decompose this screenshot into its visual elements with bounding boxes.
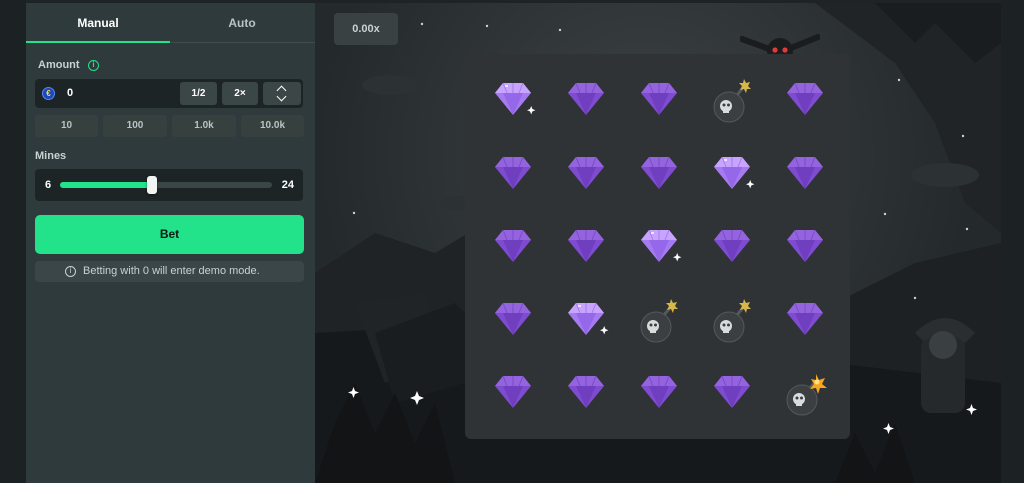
- preset-amount-button[interactable]: 10: [35, 115, 98, 137]
- gem-tile[interactable]: [775, 218, 835, 278]
- amount-stepper-button[interactable]: [263, 82, 301, 105]
- gem-icon: [641, 82, 677, 115]
- gem-tile[interactable]: [483, 364, 543, 424]
- double-amount-button[interactable]: 2×: [222, 82, 258, 105]
- active-tab-indicator: [26, 41, 170, 43]
- mines-slider-track[interactable]: [60, 176, 272, 194]
- multiplier-display: 0.00x: [334, 13, 398, 45]
- gem-tile[interactable]: [556, 71, 616, 131]
- bet-button[interactable]: Bet: [35, 215, 304, 254]
- amount-input[interactable]: € 0 1/2 2×: [35, 79, 303, 108]
- amount-value[interactable]: 0: [67, 79, 73, 108]
- gem-icon: [568, 375, 604, 408]
- mine-tile[interactable]: [629, 291, 689, 351]
- bomb-icon: [713, 79, 751, 123]
- gem-tile[interactable]: [775, 71, 835, 131]
- bomb-icon: [786, 374, 827, 416]
- mines-slider-handle[interactable]: [147, 176, 157, 194]
- tab-auto[interactable]: Auto: [170, 3, 314, 43]
- gem-icon: [568, 229, 604, 262]
- mines-slider-fill: [60, 182, 152, 188]
- gem-icon: [714, 156, 755, 189]
- gem-icon: [568, 82, 604, 115]
- gem-tile[interactable]: [556, 145, 616, 205]
- gem-icon: [495, 156, 531, 189]
- gem-tile[interactable]: [775, 291, 835, 351]
- left-gutter: [0, 0, 26, 483]
- preset-amount-button[interactable]: 10.0k: [241, 115, 304, 137]
- gem-tile[interactable]: [629, 71, 689, 131]
- preset-amount-button[interactable]: 100: [103, 115, 167, 137]
- gem-icon: [787, 229, 823, 262]
- gem-icon: [787, 156, 823, 189]
- gem-tile-revealed[interactable]: [629, 218, 689, 278]
- mine-tile[interactable]: [702, 71, 762, 131]
- gem-icon: [495, 302, 531, 335]
- gem-tile[interactable]: [483, 218, 543, 278]
- gem-icon: [641, 229, 682, 262]
- mines-max-value: 24: [281, 179, 294, 191]
- mode-tabs: Manual Auto: [26, 3, 315, 43]
- bet-panel: Manual Auto Amount i € 0 1/2 2× 10 100 1…: [26, 3, 315, 483]
- gem-tile[interactable]: [629, 364, 689, 424]
- gem-tile[interactable]: [775, 145, 835, 205]
- gem-tile-revealed[interactable]: [702, 145, 762, 205]
- info-icon: i: [65, 266, 76, 277]
- gem-tile[interactable]: [556, 218, 616, 278]
- gem-icon: [495, 229, 531, 262]
- chevron-down-icon: [276, 91, 287, 102]
- right-gutter: [1001, 0, 1024, 483]
- gem-tile[interactable]: [629, 145, 689, 205]
- gem-icon: [495, 375, 531, 408]
- game-scene: 0.00x: [315, 3, 1001, 483]
- gem-tile[interactable]: [483, 291, 543, 351]
- demo-mode-notice: i Betting with 0 will enter demo mode.: [35, 261, 304, 282]
- info-icon[interactable]: i: [88, 60, 99, 71]
- bomb-icon: [640, 299, 678, 343]
- mines-slider-box: 6 24: [35, 169, 303, 201]
- bomb-icon: [713, 299, 751, 343]
- gem-icon: [495, 82, 536, 115]
- mines-label: Mines: [35, 150, 67, 162]
- gem-tile[interactable]: [702, 364, 762, 424]
- gem-icon: [714, 375, 750, 408]
- tab-manual[interactable]: Manual: [26, 3, 170, 43]
- coin-icon: €: [42, 87, 55, 100]
- gem-icon: [787, 302, 823, 335]
- gem-tile-revealed[interactable]: [556, 291, 616, 351]
- amount-label: Amount: [38, 59, 80, 71]
- gem-icon: [787, 82, 823, 115]
- demo-mode-text: Betting with 0 will enter demo mode.: [83, 265, 260, 277]
- gem-icon: [641, 375, 677, 408]
- gem-icon: [641, 156, 677, 189]
- mines-board: [465, 54, 850, 439]
- mine-tile[interactable]: [702, 291, 762, 351]
- gem-icon: [714, 229, 750, 262]
- gem-tile[interactable]: [702, 218, 762, 278]
- gem-icon: [568, 156, 604, 189]
- gem-tile-revealed[interactable]: [483, 71, 543, 131]
- mine-tile-exploded[interactable]: [775, 364, 835, 424]
- mines-value: 6: [45, 179, 52, 191]
- gem-icon: [568, 302, 609, 335]
- half-amount-button[interactable]: 1/2: [180, 82, 217, 105]
- gem-tile[interactable]: [556, 364, 616, 424]
- preset-amount-button[interactable]: 1.0k: [172, 115, 236, 137]
- gem-tile[interactable]: [483, 145, 543, 205]
